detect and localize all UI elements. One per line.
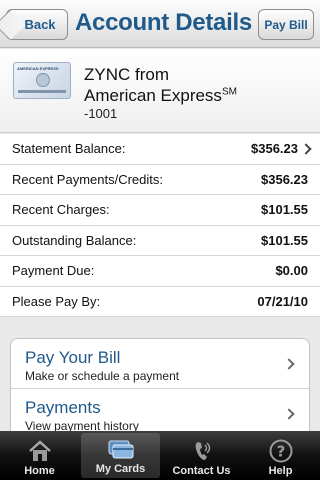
tab-help[interactable]: ? Help — [241, 431, 320, 480]
balance-label: Payment Due: — [12, 263, 95, 279]
card-stripe — [18, 90, 66, 93]
nav-header: Back Account Details Pay Bill — [0, 0, 320, 48]
card-image: AMERICAN EXPRESS — [13, 62, 71, 99]
balance-value: $356.23 — [251, 141, 298, 157]
cards-icon — [108, 440, 133, 459]
tab-label: Home — [24, 465, 55, 477]
balance-row-payment-due: Payment Due: $0.00 — [0, 256, 320, 287]
balance-row-recent-charges: Recent Charges: $101.55 — [0, 195, 320, 226]
action-list: Pay Your Bill Make or schedule a payment… — [10, 338, 310, 438]
page-title: Account Details — [75, 9, 252, 36]
centurion-logo-icon — [36, 73, 50, 87]
tab-bar: Home My Cards Contact Us ? Help — [0, 431, 320, 480]
pay-your-bill-item[interactable]: Pay Your Bill Make or schedule a payment — [11, 339, 309, 389]
balance-label: Statement Balance: — [12, 141, 126, 157]
card-name-text: American Express — [84, 86, 222, 105]
tab-my-cards[interactable]: My Cards — [81, 433, 160, 478]
balance-label: Please Pay By: — [12, 293, 101, 309]
tab-label: My Cards — [95, 463, 146, 475]
action-title: Pay Your Bill — [25, 348, 121, 367]
tab-label: Help — [268, 465, 293, 477]
tab-label: Contact Us — [172, 465, 231, 477]
action-title: Payments — [25, 398, 101, 417]
balance-row-pay-by: Please Pay By: 07/21/10 — [0, 287, 320, 317]
balance-row-statement[interactable]: Statement Balance: $356.23 — [0, 134, 320, 165]
pay-bill-button[interactable]: Pay Bill — [258, 9, 314, 40]
balance-value: $356.23 — [261, 171, 308, 187]
balance-list: Statement Balance: $356.23 Recent Paymen… — [0, 134, 320, 317]
card-name-line2: American ExpressSM — [84, 86, 237, 106]
back-button-label: Back — [24, 17, 56, 32]
action-subtitle: Make or schedule a payment — [25, 369, 180, 383]
tab-contact-us[interactable]: Contact Us — [162, 431, 241, 480]
card-name-line1: ZYNC from — [84, 65, 169, 84]
help-icon: ? — [269, 439, 292, 463]
phone-icon — [195, 442, 210, 460]
card-number: -1001 — [84, 106, 118, 121]
balance-value: $0.00 — [275, 263, 308, 279]
balance-row-outstanding: Outstanding Balance: $101.55 — [0, 226, 320, 256]
balance-label: Outstanding Balance: — [12, 232, 137, 248]
service-mark: SM — [221, 86, 237, 98]
home-icon — [28, 440, 51, 461]
balance-value: $101.55 — [261, 202, 308, 218]
balance-label: Recent Charges: — [12, 202, 110, 218]
balance-row-payments-credits: Recent Payments/Credits: $356.23 — [0, 165, 320, 195]
back-button[interactable]: Back — [6, 9, 68, 40]
tab-home[interactable]: Home — [0, 431, 79, 480]
svg-text:?: ? — [276, 443, 285, 461]
balance-label: Recent Payments/Credits: — [12, 171, 164, 187]
chevron-right-icon — [300, 143, 312, 155]
card-brand-text: AMERICAN EXPRESS — [17, 66, 59, 71]
balance-value: $101.55 — [261, 232, 308, 248]
balance-value: 07/21/10 — [257, 293, 308, 309]
